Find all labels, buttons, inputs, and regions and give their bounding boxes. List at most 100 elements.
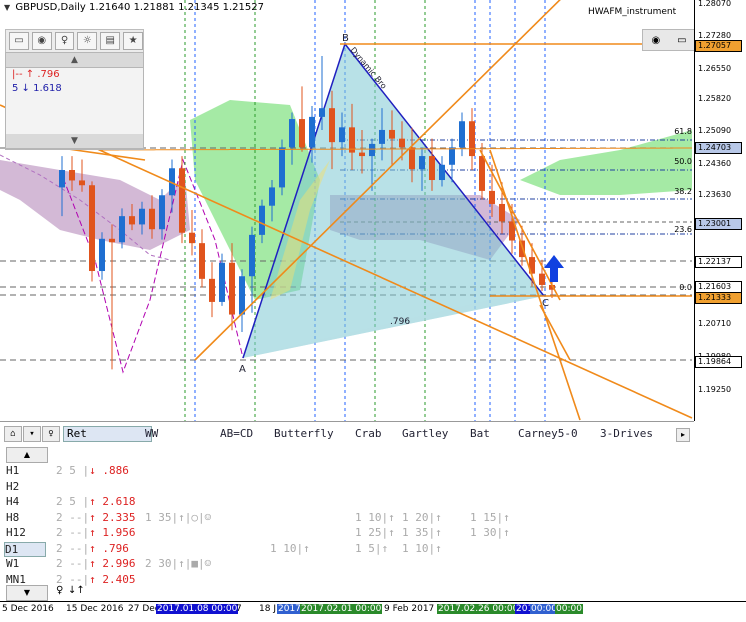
pattern-cell[interactable]: 2 --|↑ 2.996 [56, 557, 135, 570]
price-level-label: 1.21333 [695, 292, 742, 304]
timeframe-label[interactable]: H2 [6, 480, 19, 493]
pattern-cell[interactable]: 2 5 |↓ .886 [56, 464, 129, 477]
pattern-cell[interactable]: 1 10|↑ [270, 542, 310, 555]
pattern-cell[interactable]: 1 30|↑ [470, 526, 510, 539]
candle-body [259, 205, 265, 235]
pattern-cell[interactable]: 2 5 |↑ 2.618 [56, 495, 135, 508]
candle-body [319, 108, 325, 117]
point-a-label: A [239, 364, 246, 375]
scroll-up-icon[interactable]: ▲ [6, 447, 48, 463]
point-b-label: B [342, 33, 349, 44]
candle-body [499, 203, 505, 222]
candle-body [249, 234, 255, 277]
candle-body [299, 119, 305, 148]
price-tick-label: 1.28070 [698, 0, 732, 8]
candle-body [209, 278, 215, 302]
scroll-down-icon[interactable]: ▼ [6, 585, 48, 601]
pattern-cell[interactable]: 1 5|↑ [355, 542, 388, 555]
pattern-cell[interactable]: 2 --|↑ 2.335 [56, 511, 135, 524]
timeframe-label[interactable]: MN1 [6, 573, 26, 586]
time-tick-label: 9 Feb 2017 [384, 604, 435, 614]
scroll-down-icon[interactable]: ▼ [6, 134, 143, 149]
dropdown-icon[interactable]: ▾ [23, 426, 41, 442]
point-c-label: C [542, 298, 549, 309]
pattern-tab[interactable]: Crab [355, 427, 382, 440]
candle-body [279, 147, 285, 188]
pattern-cell[interactable]: 2 30|↑|■|☺ [145, 557, 211, 570]
price-level-label: 1.22137 [695, 256, 742, 268]
pattern-cell[interactable]: 2 --|↑ 2.405 [56, 573, 135, 586]
sort-icon[interactable]: ↓↑ [68, 585, 85, 596]
triangle-down-icon: ▼ [4, 3, 11, 12]
fib-level-label: 0.0 [679, 283, 692, 292]
eye-icon[interactable]: ◉ [651, 35, 660, 46]
pattern-tab[interactable]: 3-Drives [600, 427, 653, 440]
timeframe-label[interactable]: H8 [6, 511, 19, 524]
pattern-row-1[interactable]: |-- ↑ .796 [6, 68, 143, 82]
fib-level-label: 23.6 [674, 225, 692, 234]
candle-body [109, 238, 115, 243]
timeframe-label[interactable]: H12 [6, 526, 26, 539]
time-tick-label: 2017 [277, 604, 302, 614]
price-tick-label: 1.26550 [698, 64, 732, 73]
time-tick-label: 15 Dec 2016 [66, 604, 124, 614]
ratio-label: .796 [390, 317, 410, 327]
search-input[interactable]: Ret [63, 426, 152, 442]
price-tick-label: 1.27280 [698, 31, 732, 40]
pattern-tab[interactable]: Butterfly [274, 427, 334, 440]
pattern-cell[interactable]: 1 35|↑ [402, 526, 442, 539]
pattern-cell[interactable]: 2 --|↑ 1.956 [56, 526, 135, 539]
timeframe-label[interactable]: H4 [6, 495, 19, 508]
scroll-right-icon[interactable]: ▸ [676, 428, 690, 442]
settings-icon[interactable]: ☼ [77, 32, 98, 50]
buy-arrow-icon [544, 255, 564, 282]
timeframe-label[interactable]: W1 [6, 557, 19, 570]
folder-icon[interactable]: ▭ [677, 35, 686, 46]
candle-body [539, 273, 545, 285]
folder-icon[interactable]: ▭ [9, 32, 29, 50]
chart-symbol-header: ▼ GBPUSD,Daily 1.21640 1.21881 1.21345 1… [4, 2, 264, 13]
candle-body [149, 208, 155, 230]
pattern-cell[interactable]: 2 --|↑ .796 [56, 542, 129, 555]
time-tick-label: 00:00 [555, 604, 583, 614]
candle-body [229, 262, 235, 315]
star-icon[interactable]: ★ [123, 32, 143, 50]
pattern-list-panel: ▲ |-- ↑ .796 5 ↓ 1.618 ▼ [5, 52, 144, 150]
pattern-tab[interactable]: Carney5-0 [518, 427, 578, 440]
candle-body [459, 121, 465, 148]
bulb-icon[interactable]: ♀ [54, 32, 75, 50]
pattern-scanner-panel: ⌂ ▾ ♀ Ret WW AB=CD Butterfly Crab Gartley Bat… [0, 421, 694, 602]
candle-body [439, 164, 445, 181]
pattern-tab[interactable]: AB=CD [220, 427, 253, 440]
price-level-label: 1.19864 [695, 356, 742, 368]
bulb-icon[interactable]: ♀ [56, 585, 63, 596]
pattern-tab[interactable]: Gartley [402, 427, 448, 440]
eye-icon[interactable]: ◉ [31, 32, 52, 50]
timeframe-label[interactable]: D1 [4, 541, 46, 557]
price-tick-label: 1.25820 [698, 94, 732, 103]
pattern-cell[interactable]: 1 20|↑ [402, 511, 442, 524]
pattern-cell[interactable]: 1 35|↑|○|☺ [145, 511, 211, 524]
pattern-row-2[interactable]: 5 ↓ 1.618 [6, 82, 143, 96]
pattern-cell[interactable]: 1 10|↑ [355, 511, 395, 524]
candle-body [139, 208, 145, 225]
home-icon[interactable]: ⌂ [4, 426, 22, 442]
scroll-up-icon[interactable]: ▲ [6, 53, 143, 68]
candle-body [269, 187, 275, 206]
pattern-tab[interactable]: WW [145, 427, 158, 440]
pattern-cell[interactable]: 1 15|↑ [470, 511, 510, 524]
timeframe-label[interactable]: H1 [6, 464, 19, 477]
pattern-cell[interactable]: 1 25|↑ [355, 526, 395, 539]
candle-body [89, 185, 95, 272]
candle-body [69, 170, 75, 181]
time-tick-label: 2017.02.26 00:00 [437, 604, 520, 614]
candle-body [159, 195, 165, 230]
candle-body [449, 147, 455, 165]
print-icon[interactable]: ▤ [100, 32, 121, 50]
fib-level-label: 50.0 [674, 157, 692, 166]
pattern-tab[interactable]: Bat [470, 427, 490, 440]
pattern-cell[interactable]: 1 10|↑ [402, 542, 442, 555]
bulb-icon[interactable]: ♀ [42, 426, 60, 442]
candle-body [179, 168, 185, 233]
candle-body [329, 108, 335, 143]
